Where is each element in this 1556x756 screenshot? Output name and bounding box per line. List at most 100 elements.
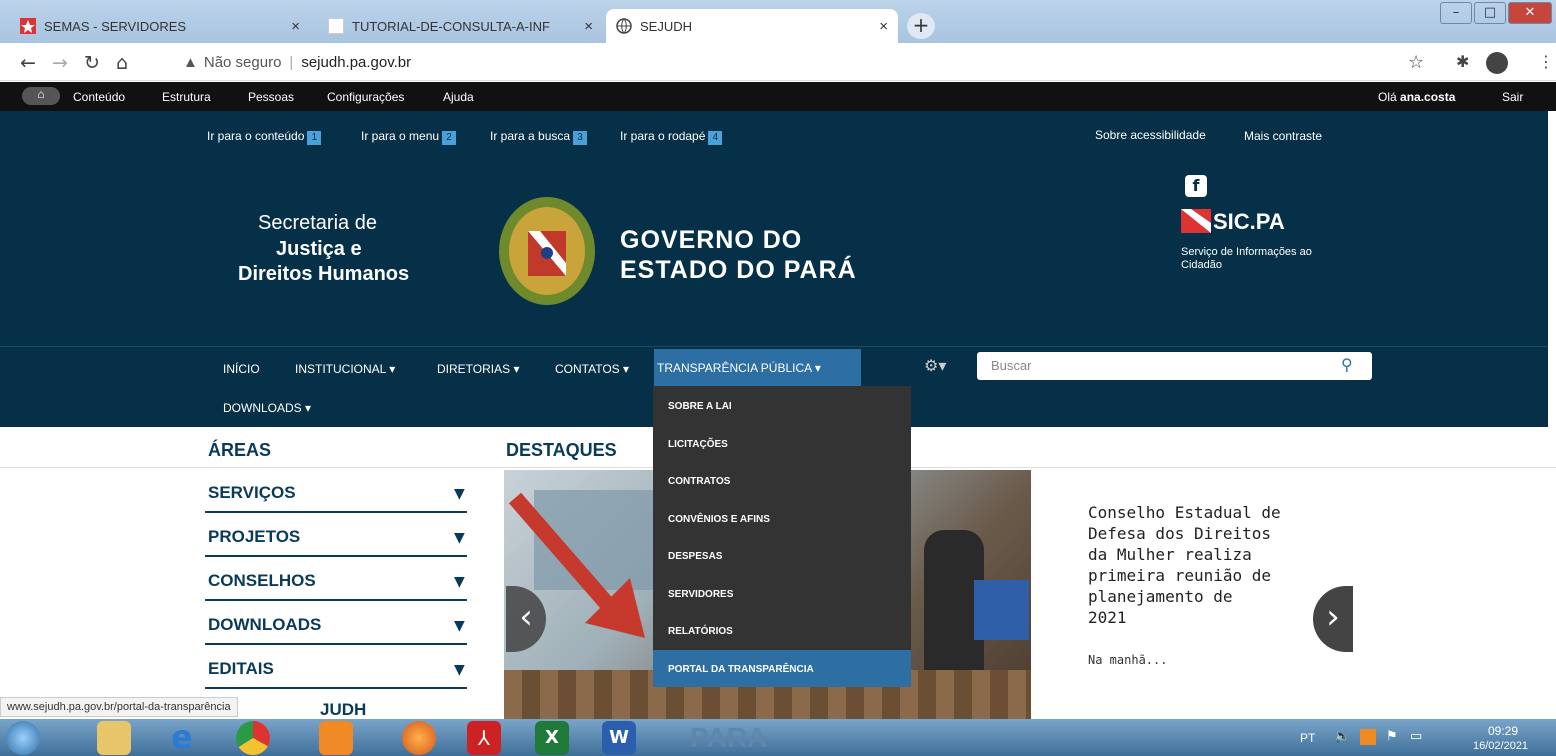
area-divider (205, 555, 467, 557)
area-servicos[interactable]: SERVIÇOS (208, 483, 296, 503)
settings-gear-icon[interactable]: ⚙▾ (924, 356, 946, 376)
ie-icon[interactable]: e (165, 721, 199, 755)
new-tab-button[interactable]: + (907, 13, 935, 39)
excel-icon[interactable]: X (535, 721, 569, 755)
clock-time[interactable]: 09:29 (1488, 724, 1518, 738)
dropdown-item-relatorios[interactable]: RELATÓRIOS (668, 626, 733, 637)
minimize-button[interactable]: – (1440, 2, 1472, 24)
area-divider (205, 511, 467, 513)
chevron-down-icon[interactable]: ▼ (454, 574, 465, 590)
accessibility-link[interactable]: Sobre acessibilidade (1095, 128, 1206, 142)
area-conselhos[interactable]: CONSELHOS (208, 571, 316, 591)
media-player-icon[interactable] (319, 721, 353, 755)
menu-transparencia-active[interactable]: TRANSPARÊNCIA PÚBLICA ▾ (654, 349, 861, 386)
tab-semas[interactable]: SEMAS - SERVIDORES × (10, 9, 310, 43)
carousel-next-button[interactable]: › (1313, 586, 1353, 652)
taskbar-watermark: PARA (690, 722, 768, 753)
menu-downloads[interactable]: DOWNLOADS ▾ (223, 401, 311, 415)
governo-line-1: GOVERNO DO (620, 226, 803, 254)
url-text: sejudh.pa.gov.br (301, 53, 412, 71)
greeting: Olá ana.costa (1378, 90, 1456, 104)
extensions-icon[interactable]: ✱ (1456, 52, 1469, 71)
tab-sejudh[interactable]: SEJUDH × (606, 9, 898, 43)
maximize-button[interactable]: □ (1474, 2, 1506, 24)
menu-dots-icon[interactable]: ⋮ (1538, 52, 1554, 71)
action-center-flag-icon[interactable]: ⚑ (1386, 729, 1398, 744)
admin-item-ajuda[interactable]: Ajuda (443, 90, 474, 104)
star-flag-icon (20, 18, 36, 34)
forward-icon[interactable]: → (52, 52, 68, 74)
area-editais[interactable]: EDITAIS (208, 659, 274, 679)
dropdown-item-convenios[interactable]: CONVÊNIOS E AFINS (668, 514, 770, 525)
close-icon[interactable]: × (291, 18, 300, 35)
chevron-down-icon[interactable]: ▼ (454, 486, 465, 502)
admin-item-conteudo[interactable]: Conteúdo (73, 90, 125, 104)
skip-link-search[interactable]: Ir para a busca 3 (490, 129, 588, 145)
admin-item-pessoas[interactable]: Pessoas (248, 90, 294, 104)
area-projetos[interactable]: PROJETOS (208, 527, 300, 547)
skip-link-content[interactable]: Ir para o conteúdo 1 (207, 129, 322, 145)
search-icon[interactable]: ⚲ (1341, 355, 1353, 374)
tab-tutorial[interactable]: TUTORIAL-DE-CONSULTA-A-INF × (318, 9, 603, 43)
secretaria-line-3: Direitos Humanos (238, 263, 410, 285)
close-icon[interactable]: × (584, 18, 593, 35)
dropdown-item-sobre-lai[interactable]: SOBRE A LAI (668, 401, 732, 412)
logout-link[interactable]: Sair (1502, 90, 1523, 104)
chevron-down-icon[interactable]: ▼ (454, 662, 465, 678)
tray-app-icon[interactable] (1360, 729, 1376, 745)
dropdown-item-portal-highlight[interactable]: PORTAL DA TRANSPARÊNCIA (653, 650, 911, 687)
close-window-button[interactable]: ✕ (1508, 2, 1552, 24)
secretaria-line-2: Justiça e (276, 238, 362, 260)
home-icon[interactable]: ⌂ (22, 87, 60, 105)
document-icon (328, 18, 344, 34)
contrast-link[interactable]: Mais contraste (1244, 129, 1322, 143)
headline[interactable]: Conselho Estadual de Defesa dos Direitos… (1088, 502, 1281, 628)
skip-link-menu[interactable]: Ir para o menu 2 (361, 129, 457, 145)
bookmark-star-icon[interactable]: ☆ (1408, 52, 1424, 73)
sic-flag-icon (1181, 209, 1211, 233)
chevron-down-icon[interactable]: ▼ (454, 618, 465, 634)
firefox-icon[interactable] (402, 721, 436, 755)
url-field[interactable]: ▲ Não seguro | sejudh.pa.gov.br (183, 48, 1388, 76)
back-icon[interactable]: ← (20, 52, 36, 74)
status-url: www.sejudh.pa.gov.br/portal-da-transparê… (0, 697, 238, 717)
close-icon[interactable]: × (879, 18, 888, 35)
area-divider (205, 687, 467, 689)
menu-transparencia-label: TRANSPARÊNCIA PÚBLICA ▾ (657, 361, 821, 375)
menu-diretorias[interactable]: DIRETORIAS ▾ (437, 362, 519, 376)
admin-item-configuracoes[interactable]: Configurações (327, 90, 404, 104)
volume-icon[interactable]: 🔈 (1334, 729, 1350, 744)
start-button-icon[interactable] (6, 721, 40, 755)
sic-title[interactable]: SIC.PA (1213, 209, 1285, 235)
transparencia-dropdown: SOBRE A LAI LICITAÇÕES CONTRATOS CONVÊNI… (653, 386, 911, 687)
clock-date[interactable]: 16/02/2021 (1473, 740, 1528, 752)
secretaria-line-1: Secretaria de (258, 212, 377, 234)
skip-link-footer[interactable]: Ir para o rodapé 4 (620, 129, 723, 145)
menu-contatos[interactable]: CONTATOS ▾ (555, 362, 629, 376)
admin-item-estrutura[interactable]: Estrutura (162, 90, 211, 104)
nav-divider (0, 346, 1548, 347)
explorer-icon[interactable] (97, 721, 131, 755)
search-input[interactable]: Buscar ⚲ (977, 352, 1372, 380)
home-icon[interactable]: ⌂ (116, 52, 128, 74)
menu-institucional[interactable]: INSTITUCIONAL ▾ (295, 362, 395, 376)
dropdown-item-servidores[interactable]: SERVIDORES (668, 589, 733, 600)
dropdown-item-contratos[interactable]: CONTRATOS (668, 476, 730, 487)
search-placeholder: Buscar (991, 358, 1032, 373)
reload-icon[interactable]: ↻ (84, 52, 100, 74)
dropdown-item-licitacoes[interactable]: LICITAÇÕES (668, 439, 728, 450)
word-icon[interactable]: W (602, 721, 636, 755)
profile-icon[interactable] (1486, 52, 1508, 74)
menu-inicio[interactable]: INÍCIO (223, 362, 260, 376)
network-icon[interactable]: ▭ (1410, 729, 1422, 744)
language-indicator[interactable]: PT (1300, 731, 1315, 745)
sic-subtitle-1: Serviço de Informações ao (1181, 246, 1312, 258)
tab-title: SEJUDH (640, 18, 693, 34)
dropdown-item-despesas[interactable]: DESPESAS (668, 551, 722, 562)
area-downloads[interactable]: DOWNLOADS (208, 615, 321, 635)
headline-excerpt: Na manhã... (1088, 653, 1168, 667)
pdf-icon[interactable]: ⅄ (467, 721, 501, 755)
facebook-icon[interactable]: f (1185, 175, 1207, 197)
chevron-down-icon[interactable]: ▼ (454, 530, 465, 546)
chrome-icon[interactable] (236, 721, 270, 755)
